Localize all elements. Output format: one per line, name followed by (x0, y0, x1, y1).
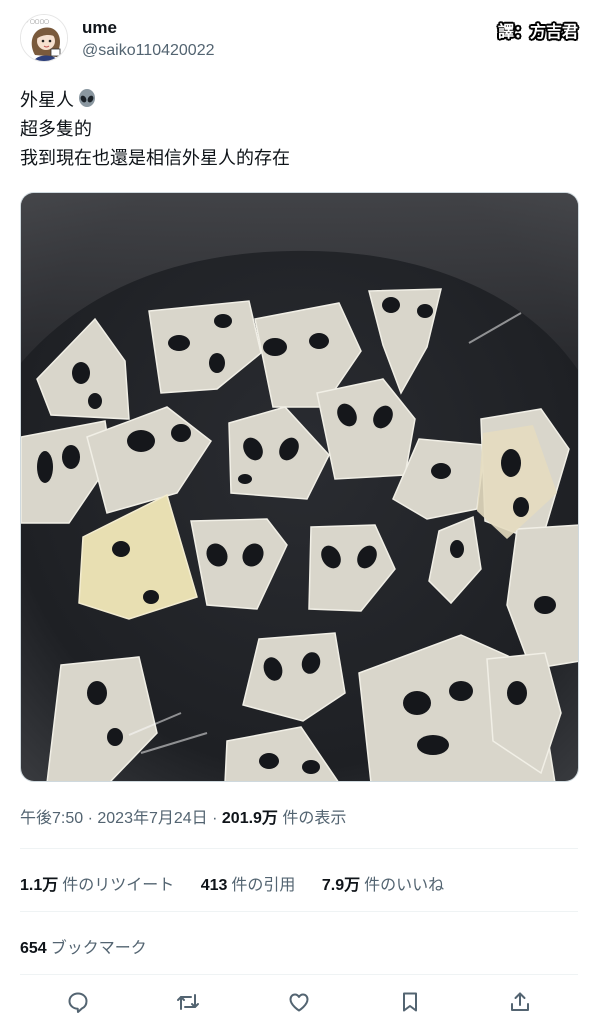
bookmarks-label: ブックマーク (50, 940, 147, 957)
bookmarks-count: 654 (20, 940, 47, 957)
divider (20, 848, 578, 849)
avatar[interactable]: ノ▢▢▢▢ (20, 14, 68, 62)
bookmarks-stat[interactable]: 654 ブックマーク (20, 934, 147, 958)
retweets-label: 件のリツイート (62, 877, 175, 894)
like-button[interactable] (285, 988, 313, 1016)
bookmark-icon (403, 992, 417, 1012)
engagement-stats: 1.1万 件のリツイート 413 件の引用 7.9万 件のいいね (20, 871, 466, 895)
retweet-icon (177, 994, 199, 1010)
svg-text:ノ▢▢▢▢: ノ▢▢▢▢ (25, 19, 49, 25)
tweet-line-1-text: 外星人 (20, 90, 74, 110)
meta-separator: · (207, 810, 222, 827)
tweet-line-3: 我到現在也還是相信外星人的存在 (20, 148, 290, 168)
divider (20, 974, 578, 975)
lotus-root-slices-in-pan-photo (21, 193, 578, 781)
views-count: 201.9万 (221, 810, 278, 827)
translator-credit: 譯：方吉君 (497, 24, 578, 41)
divider (20, 911, 578, 912)
heart-icon (289, 993, 309, 1012)
meta-separator: · (83, 810, 98, 827)
retweet-button[interactable] (174, 988, 202, 1016)
author-name[interactable]: ume (82, 18, 117, 38)
quotes-stat[interactable]: 413 件の引用 (201, 871, 296, 895)
likes-count: 7.9万 (321, 877, 361, 894)
tweet-line-2: 超多隻的 (20, 119, 92, 139)
alien-icon (76, 88, 98, 110)
author-handle[interactable]: @saiko110420022 (82, 42, 215, 60)
tweet-line-1: 外星人 (20, 86, 580, 115)
quotes-label: 件の引用 (231, 877, 296, 894)
action-bar (44, 988, 556, 1018)
tweet-date[interactable]: 2023年7月24日 (97, 810, 207, 827)
reply-icon (68, 992, 88, 1013)
tweet-meta: 午後7:50 · 2023年7月24日 · 201.9万 件の表示 (20, 804, 346, 828)
reply-button[interactable] (64, 988, 92, 1016)
retweets-count: 1.1万 (20, 877, 59, 894)
retweets-stat[interactable]: 1.1万 件のリツイート (20, 871, 174, 895)
share-button[interactable] (506, 988, 534, 1016)
tweet-photo[interactable] (20, 192, 579, 782)
share-icon (511, 992, 529, 1011)
tweet-header: ノ▢▢▢▢ ume @saiko110420022 (20, 14, 580, 66)
quotes-count: 413 (200, 877, 228, 894)
likes-label: 件のいいね (364, 877, 445, 894)
tweet-time[interactable]: 午後7:50 (20, 810, 83, 827)
bookmark-button[interactable] (396, 988, 424, 1016)
likes-stat[interactable]: 7.9万 件のいいね (322, 871, 444, 895)
cartoon-avatar-icon: ノ▢▢▢▢ (21, 15, 67, 61)
tweet-text: 外星人 超多隻的 我到現在也還是相信外星人的存在 (20, 86, 580, 173)
views-label: 件の表示 (277, 810, 347, 827)
